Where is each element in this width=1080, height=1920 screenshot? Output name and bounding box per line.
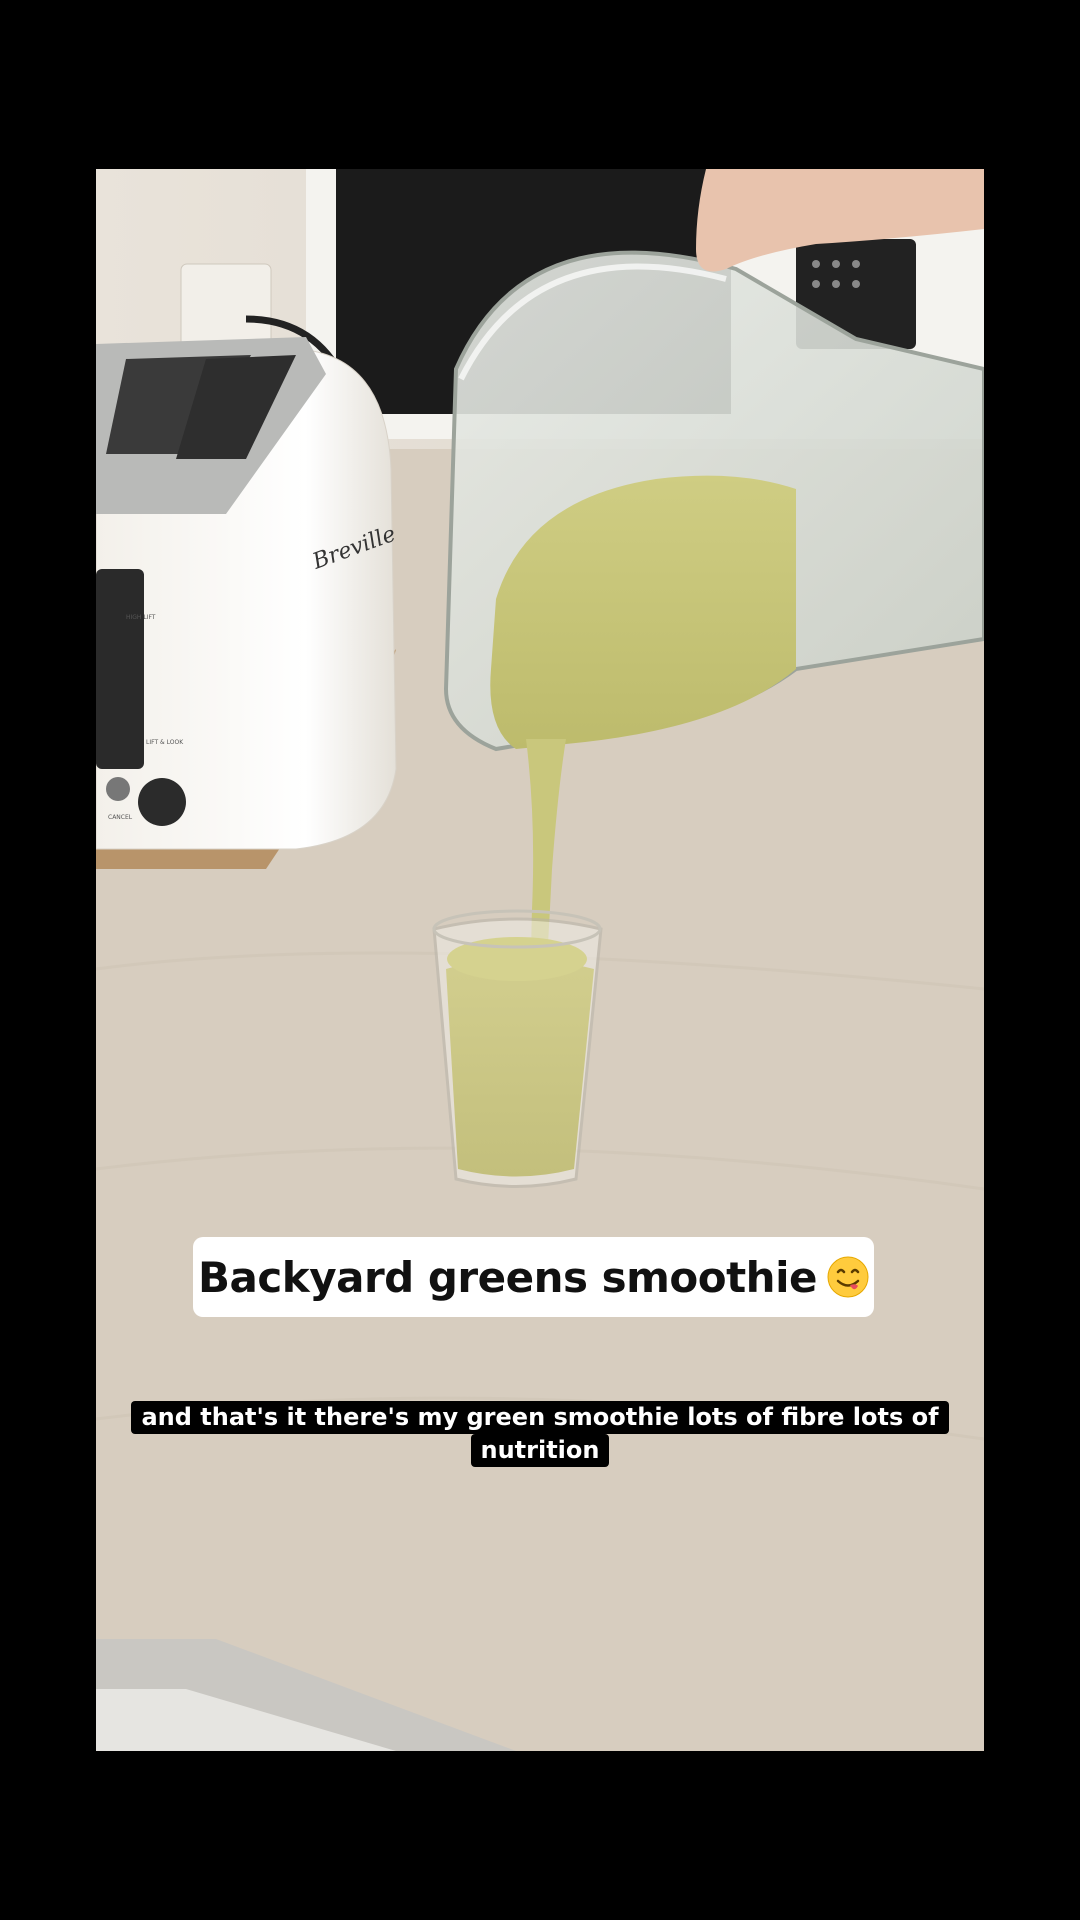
kitchen-scene: Breville HIGH LIFT LIFT & LOOK CANCEL <box>96 169 984 1751</box>
subtitle-line-2: nutrition <box>470 1434 610 1467</box>
subtitle-line-1: and that's it there's my green smoothie … <box>131 1401 949 1434</box>
toaster-lift-look-label: LIFT & LOOK <box>146 739 184 746</box>
video-title-banner: Backyard greens smoothie <box>193 1237 874 1317</box>
toaster-cancel-label: CANCEL <box>108 814 133 821</box>
toaster-high-lift-label: HIGH LIFT <box>126 614 156 621</box>
subtitle-caption: and that's it there's my green smoothie … <box>96 1401 984 1467</box>
video-frame: Breville HIGH LIFT LIFT & LOOK CANCEL Ba… <box>96 169 984 1751</box>
face-savoring-food-icon <box>827 1256 869 1298</box>
video-title: Backyard greens smoothie <box>198 1252 817 1302</box>
